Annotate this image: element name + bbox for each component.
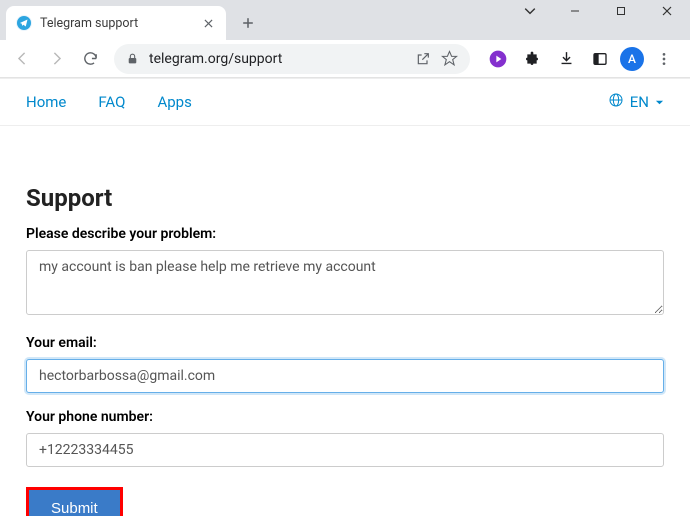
- address-bar[interactable]: telegram.org/support: [114, 44, 470, 74]
- form-container: Support Please describe your problem: Yo…: [0, 126, 690, 516]
- page-content: Home FAQ Apps EN Support Please describe…: [0, 78, 690, 516]
- browser-toolbar: telegram.org/support A: [0, 40, 690, 78]
- downloads-icon[interactable]: [552, 45, 580, 73]
- browser-tab[interactable]: Telegram support: [6, 6, 226, 40]
- side-panel-icon[interactable]: [586, 45, 614, 73]
- lock-icon: [126, 52, 139, 65]
- problem-textarea[interactable]: [26, 250, 664, 315]
- url-text: telegram.org/support: [149, 51, 415, 67]
- email-field[interactable]: [26, 359, 664, 393]
- reload-button[interactable]: [74, 43, 106, 75]
- problem-label: Please describe your problem:: [26, 226, 664, 242]
- extensions-icon[interactable]: [518, 45, 546, 73]
- page-title: Support: [26, 184, 664, 212]
- caret-down-icon: [655, 93, 664, 111]
- phone-field[interactable]: [26, 433, 664, 467]
- nav-faq[interactable]: FAQ: [98, 93, 125, 111]
- tab-title: Telegram support: [40, 16, 200, 31]
- window-maximize-button[interactable]: [598, 0, 644, 22]
- globe-icon: [608, 92, 624, 112]
- avatar-initial: A: [628, 52, 636, 66]
- play-extension-icon[interactable]: [484, 45, 512, 73]
- close-tab-icon[interactable]: [200, 15, 216, 31]
- forward-button[interactable]: [40, 43, 72, 75]
- nav-apps[interactable]: Apps: [157, 93, 191, 111]
- window-controls: [508, 0, 690, 22]
- language-switcher[interactable]: EN: [608, 92, 664, 112]
- window-close-button[interactable]: [644, 0, 690, 22]
- profile-avatar[interactable]: A: [620, 47, 644, 71]
- telegram-favicon-icon: [16, 15, 32, 31]
- lang-label: EN: [630, 93, 649, 111]
- bookmark-icon[interactable]: [441, 50, 458, 67]
- chevron-down-icon[interactable]: [508, 0, 552, 22]
- back-button[interactable]: [6, 43, 38, 75]
- nav-home[interactable]: Home: [26, 93, 66, 111]
- share-icon[interactable]: [415, 51, 431, 67]
- email-label: Your email:: [26, 335, 664, 351]
- new-tab-button[interactable]: [234, 9, 262, 37]
- submit-highlight: Submit: [26, 487, 123, 516]
- window-minimize-button[interactable]: [552, 0, 598, 22]
- submit-button[interactable]: Submit: [29, 490, 120, 516]
- site-nav: Home FAQ Apps: [26, 93, 192, 111]
- phone-label: Your phone number:: [26, 409, 664, 425]
- extensions-area: A: [478, 45, 684, 73]
- site-header: Home FAQ Apps EN: [0, 79, 690, 126]
- browser-menu-icon[interactable]: [650, 45, 678, 73]
